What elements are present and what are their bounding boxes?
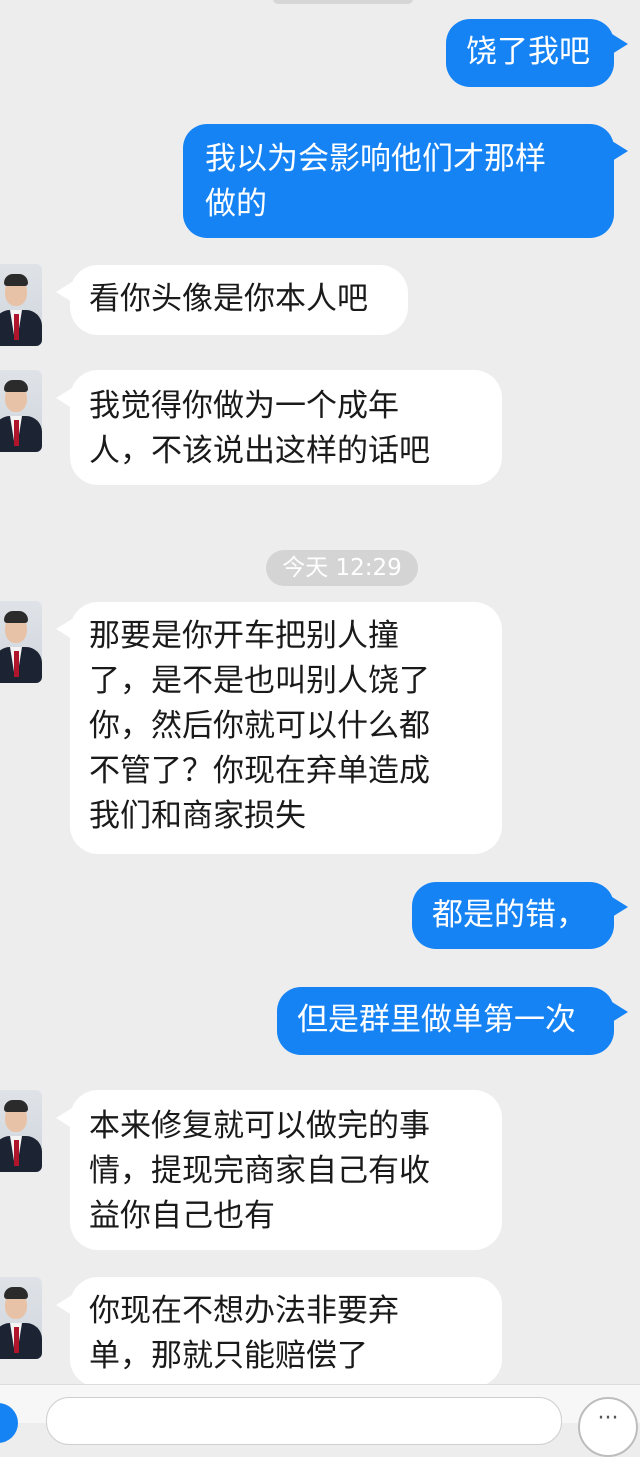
input-bar: ··· bbox=[0, 1384, 640, 1457]
voice-icon[interactable] bbox=[0, 1403, 18, 1443]
contact-avatar[interactable] bbox=[0, 264, 42, 346]
incoming-message[interactable]: 那要是你开车把别人撞 了，是不是也叫别人饶了 你，然后你就可以什么都 不管了？你… bbox=[70, 602, 502, 854]
contact-avatar[interactable] bbox=[0, 370, 42, 452]
incoming-message[interactable]: 我觉得你做为一个成年 人，不该说出这样的话吧 bbox=[70, 370, 502, 485]
incoming-message[interactable]: 看你头像是你本人吧 bbox=[70, 265, 408, 335]
outgoing-message[interactable]: 但是群里做单第一次 bbox=[277, 987, 614, 1055]
previous-timestamp-pill bbox=[273, 0, 413, 4]
bubble-tail bbox=[612, 897, 628, 917]
bubble-tail bbox=[612, 141, 628, 161]
more-icon[interactable]: ··· bbox=[578, 1397, 638, 1457]
incoming-message[interactable]: 你现在不想办法非要弃 单，那就只能赔偿了 bbox=[70, 1277, 502, 1387]
timestamp-pill: 今天 12:29 bbox=[266, 550, 418, 586]
message-input[interactable] bbox=[46, 1397, 562, 1445]
outgoing-message[interactable]: 都是的错， bbox=[412, 882, 614, 949]
bubble-tail bbox=[612, 1002, 628, 1022]
outgoing-message[interactable]: 我以为会影响他们才那样 做的 bbox=[183, 124, 614, 238]
incoming-message[interactable]: 本来修复就可以做完的事 情，提现完商家自己有收 益你自己也有 bbox=[70, 1090, 502, 1250]
contact-avatar[interactable] bbox=[0, 1277, 42, 1359]
outgoing-message[interactable]: 饶了我吧 bbox=[446, 19, 614, 87]
bubble-tail bbox=[612, 34, 628, 54]
contact-avatar[interactable] bbox=[0, 1090, 42, 1172]
contact-avatar[interactable] bbox=[0, 601, 42, 683]
